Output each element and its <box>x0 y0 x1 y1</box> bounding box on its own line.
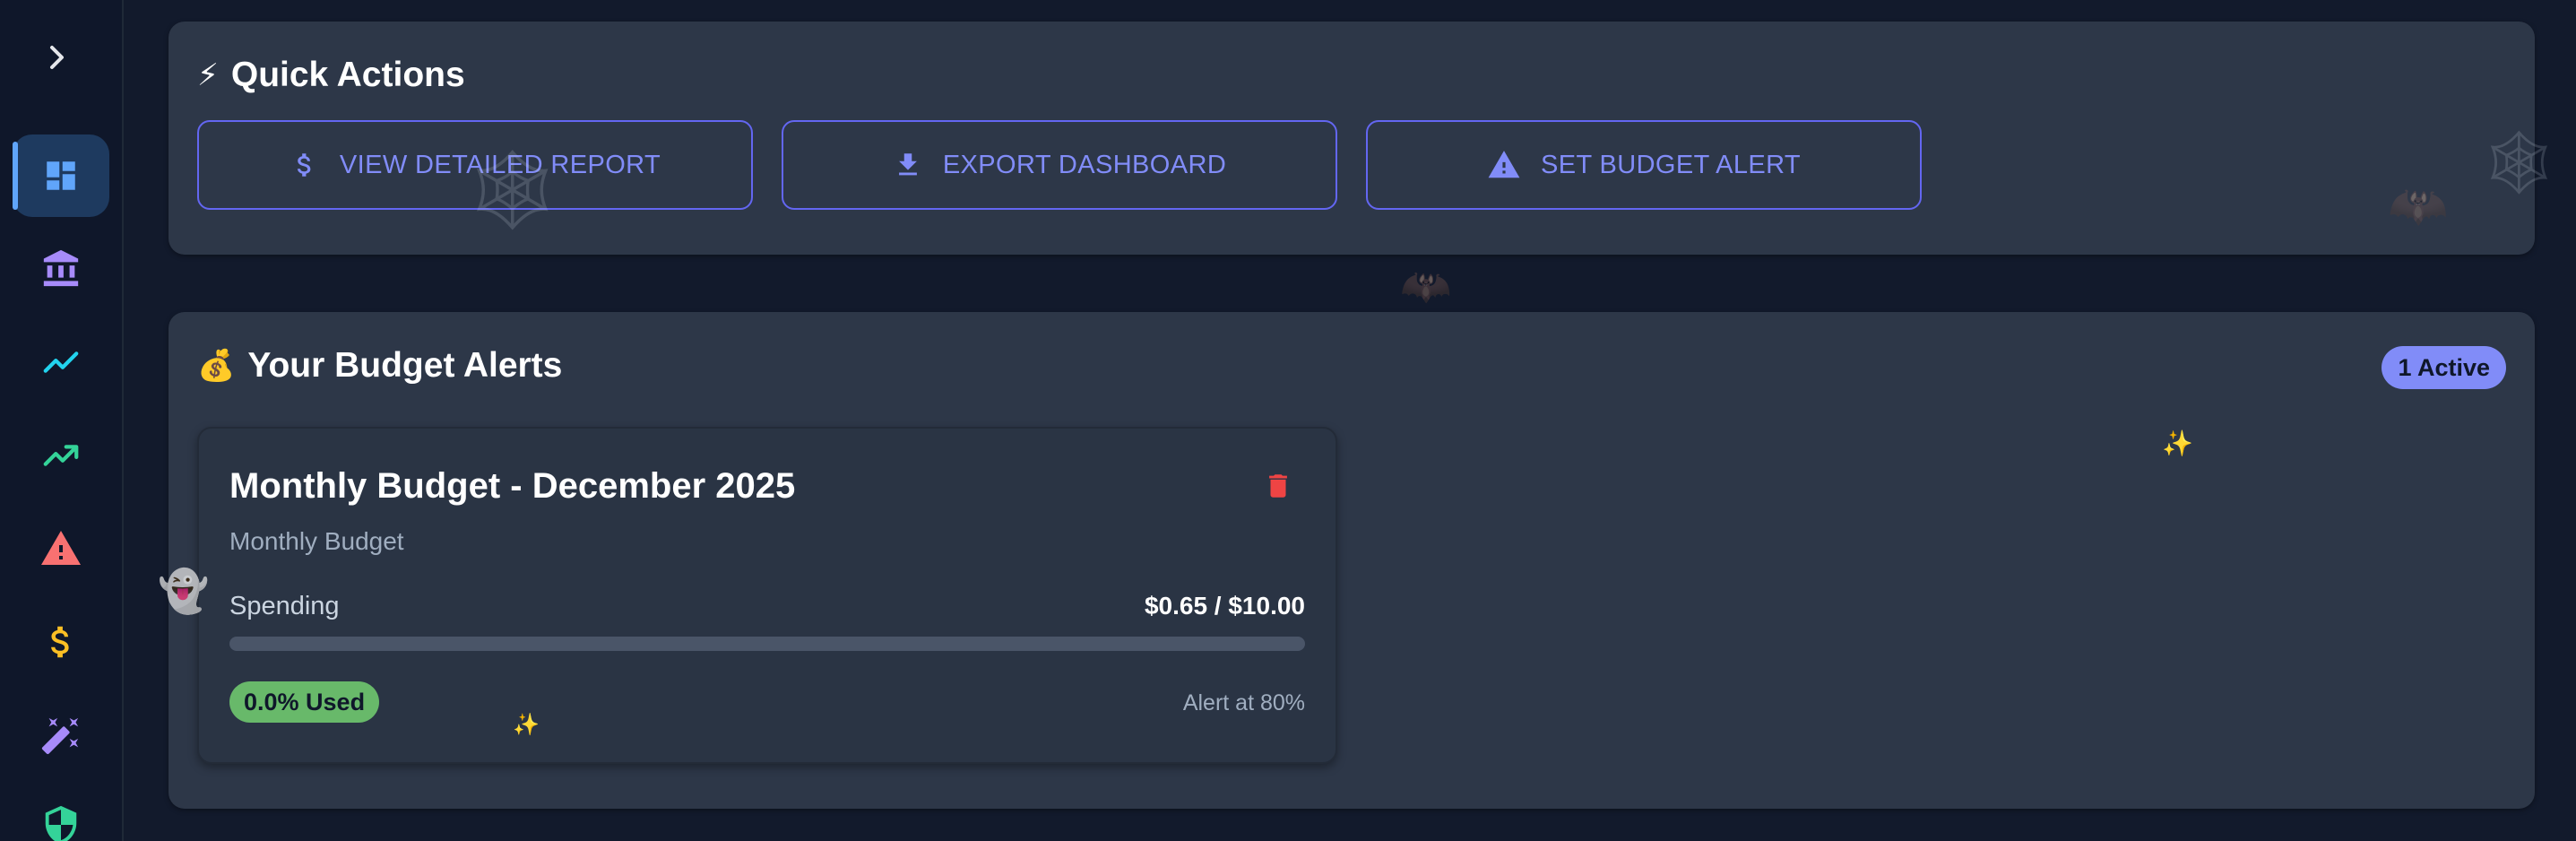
spiderweb-decoration: 🕸 <box>462 143 563 236</box>
chevron-right-icon <box>50 46 64 69</box>
sparkle-decoration: ✨ <box>513 712 540 737</box>
alert-subtitle: Monthly Budget <box>229 527 404 555</box>
sidebar-item-analytics[interactable] <box>13 321 109 403</box>
download-icon <box>898 153 917 176</box>
ghost-decoration: 👻 <box>158 567 210 615</box>
spiderweb-decoration-2: 🕸 <box>2479 126 2559 199</box>
trending-up-icon <box>43 445 79 466</box>
trash-icon <box>1269 474 1287 498</box>
magic-wand-icon <box>41 717 79 755</box>
sidebar-toggle-button[interactable] <box>39 39 75 75</box>
lightning-icon: ⚡ <box>197 57 219 93</box>
sidebar-item-budget[interactable] <box>13 601 109 683</box>
warning-icon <box>41 531 81 565</box>
alert-title: Monthly Budget - December 2025 <box>229 466 796 506</box>
sidebar-item-dashboard[interactable] <box>13 134 109 217</box>
dashboard-icon <box>47 161 75 190</box>
bat-decoration-2: 🦇 <box>2388 178 2449 234</box>
money-bag-icon: 💰 <box>197 348 236 384</box>
dollar-icon <box>51 626 69 658</box>
warning-icon <box>1488 151 1520 178</box>
budget-alert-item: Monthly Budget - December 2025 Monthly B… <box>197 427 1337 764</box>
sidebar-item-alerts[interactable] <box>13 507 109 590</box>
active-count-badge: 1 Active <box>2382 346 2506 389</box>
sidebar <box>0 0 124 841</box>
bat-decoration: 🦇 <box>1400 262 1452 310</box>
bank-icon <box>43 249 79 287</box>
spending-label: Spending <box>229 592 340 620</box>
set-budget-alert-button[interactable]: SET BUDGET ALERT <box>1366 120 1922 210</box>
shield-icon <box>45 805 77 841</box>
budget-alerts-title-text: Your Budget Alerts <box>247 346 563 385</box>
delete-alert-button[interactable] <box>1260 466 1296 506</box>
export-dashboard-button[interactable]: EXPORT DASHBOARD <box>782 120 1337 210</box>
spending-value: $0.65 / $10.00 <box>1144 592 1305 620</box>
sidebar-item-accounts[interactable] <box>13 228 109 310</box>
spending-progress-bar <box>229 637 1305 651</box>
sidebar-item-ai[interactable] <box>13 694 109 776</box>
line-chart-icon <box>43 351 79 373</box>
budget-alerts-title: 💰 Your Budget Alerts <box>197 346 562 386</box>
app-root: ⚡ Quick Actions VIEW DETAILED REPORT EXP… <box>0 0 2576 841</box>
used-percentage-badge: 0.0% Used <box>229 681 380 723</box>
export-dashboard-label: EXPORT DASHBOARD <box>942 150 1227 179</box>
sidebar-item-security[interactable] <box>13 784 109 841</box>
quick-actions-title: ⚡ Quick Actions <box>197 56 465 95</box>
alert-threshold-label: Alert at 80% <box>1182 690 1305 715</box>
sidebar-item-trends[interactable] <box>13 414 109 497</box>
sparkle-decoration-2: ✨ <box>2162 429 2193 458</box>
set-budget-alert-label: SET BUDGET ALERT <box>1540 150 1802 179</box>
dollar-icon <box>297 153 311 177</box>
quick-actions-title-text: Quick Actions <box>230 56 465 94</box>
